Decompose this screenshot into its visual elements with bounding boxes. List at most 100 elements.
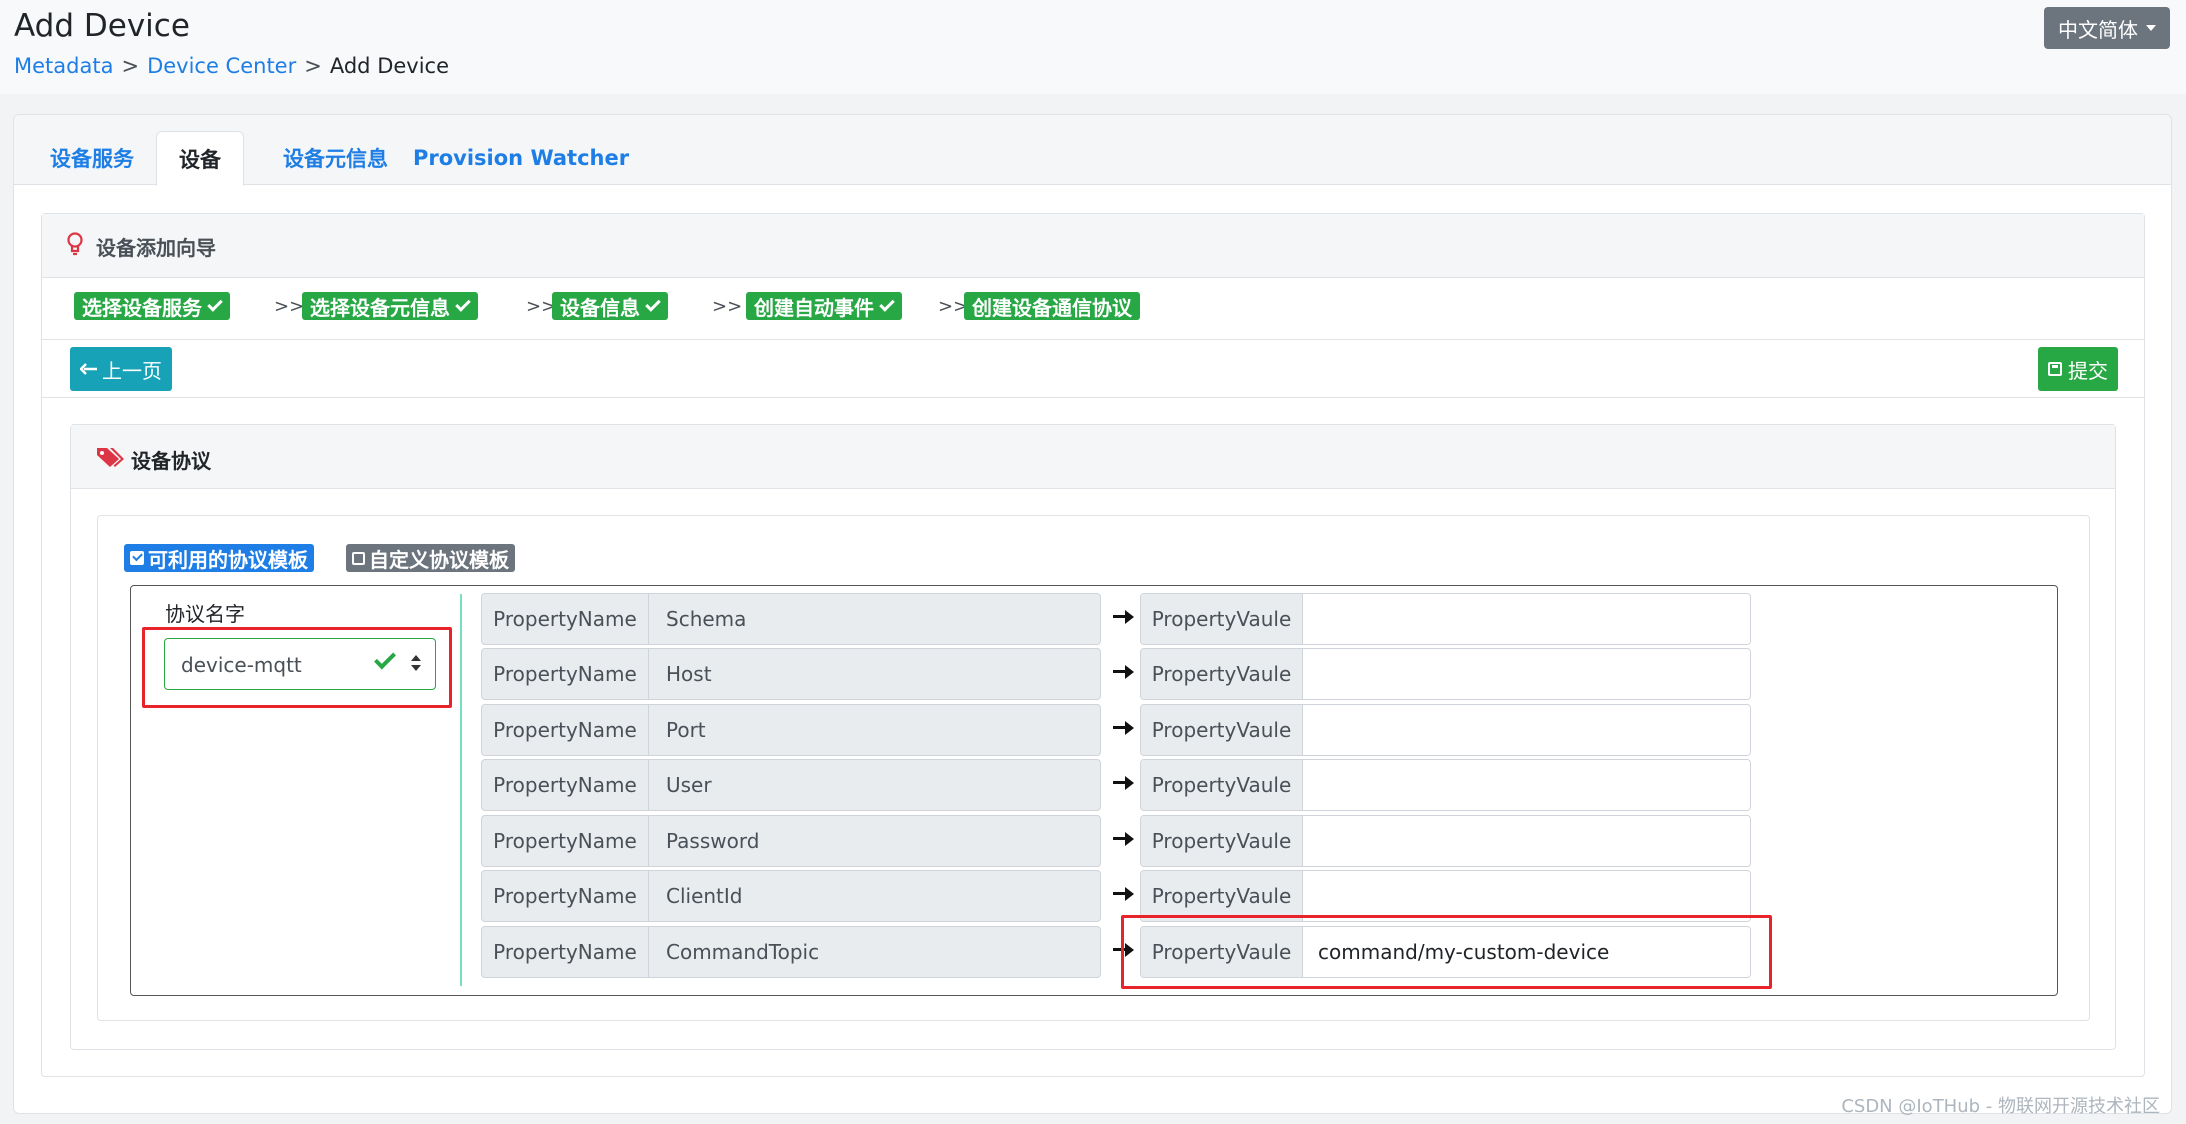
breadcrumb: Metadata > Device Center > Add Device <box>14 54 449 78</box>
main-card: 设备服务 设备 设备元信息 Provision Watcher 设备添加向导 选… <box>13 114 2172 1114</box>
arrow-right-icon <box>1113 827 1135 851</box>
property-row-password: PropertyName Password PropertyVaule <box>481 815 1751 867</box>
property-value-group: PropertyVaule <box>1140 593 1751 645</box>
arrow-right-icon <box>1113 605 1135 629</box>
property-name-label: PropertyName <box>482 705 649 755</box>
check-icon <box>879 296 895 312</box>
language-dropdown-button[interactable]: 中文简体 <box>2044 7 2170 49</box>
property-row-user: PropertyName User PropertyVaule <box>481 759 1751 811</box>
step-create-auto-events: 创建自动事件 <box>746 292 902 320</box>
property-value-input-host[interactable] <box>1304 649 1750 699</box>
highlight-box-protocol-select <box>142 627 452 708</box>
submit-button[interactable]: 提交 <box>2038 347 2118 391</box>
property-name-group: PropertyName Host <box>481 648 1101 700</box>
checkbox-unchecked-icon <box>352 551 365 565</box>
prev-page-label: 上一页 <box>102 358 162 383</box>
property-value-input-port[interactable] <box>1304 705 1750 755</box>
property-value-input-password[interactable] <box>1304 816 1750 866</box>
breadcrumb-separator: > <box>304 54 322 78</box>
property-name-group: PropertyName CommandTopic <box>481 926 1101 978</box>
lightbulb-icon <box>67 232 83 256</box>
property-name-value: ClientId <box>666 884 743 908</box>
column-divider <box>460 594 462 986</box>
page-header: Add Device Metadata > Device Center > Add De… <box>0 0 2186 94</box>
tab-device[interactable]: 设备 <box>156 131 244 186</box>
property-name-label: PropertyName <box>482 816 649 866</box>
property-value-label: PropertyVaule <box>1141 594 1303 644</box>
property-name-value: Schema <box>666 607 747 631</box>
arrow-right-icon <box>1113 716 1135 740</box>
breadcrumb-metadata[interactable]: Metadata <box>14 54 113 78</box>
property-row-host: PropertyName Host PropertyVaule <box>481 648 1751 700</box>
tags-icon <box>97 448 124 467</box>
wizard-header: 设备添加向导 <box>42 214 2144 278</box>
property-value-group: PropertyVaule <box>1140 759 1751 811</box>
arrow-right-icon <box>1113 882 1135 906</box>
arrow-right-icon <box>1113 771 1135 795</box>
step-separator: >> <box>712 296 743 317</box>
property-name-group: PropertyName Password <box>481 815 1101 867</box>
step-separator: >> <box>274 296 305 317</box>
custom-templates-toggle[interactable]: 自定义协议模板 <box>346 544 515 572</box>
property-value-group: PropertyVaule <box>1140 648 1751 700</box>
checkbox-checked-icon <box>130 551 144 565</box>
property-name-value: Host <box>666 662 712 686</box>
protocol-title: 设备协议 <box>131 449 211 473</box>
step-label: 创建自动事件 <box>754 295 874 320</box>
property-value-input-user[interactable] <box>1304 760 1750 810</box>
protocol-header: 设备协议 <box>71 425 2115 489</box>
tab-provision-watcher[interactable]: Provision Watcher <box>391 131 651 185</box>
property-name-value: Password <box>666 829 760 853</box>
property-value-group: PropertyVaule <box>1140 704 1751 756</box>
watermark: CSDN @IoTHub - 物联网开源技术社区 <box>1841 1096 2160 1117</box>
check-icon <box>455 296 471 312</box>
save-icon <box>2048 362 2062 376</box>
step-device-info: 设备信息 <box>552 292 668 320</box>
language-label: 中文简体 <box>2058 17 2138 42</box>
protocol-box: 协议名字 device-mqtt PropertyName Schema Pro… <box>130 585 2058 996</box>
property-name-label: PropertyName <box>482 760 649 810</box>
step-label: 选择设备元信息 <box>310 295 450 320</box>
property-value-input-schema[interactable] <box>1304 594 1750 644</box>
available-templates-toggle[interactable]: 可利用的协议模板 <box>124 544 314 572</box>
property-value-group: PropertyVaule <box>1140 815 1751 867</box>
check-icon <box>207 296 223 312</box>
highlight-box-commandtopic <box>1121 915 1772 989</box>
caret-down-icon <box>2146 25 2156 31</box>
submit-label: 提交 <box>2068 358 2108 383</box>
tab-device-service[interactable]: 设备服务 <box>28 131 156 185</box>
property-value-label: PropertyVaule <box>1141 760 1303 810</box>
wizard-card: 设备添加向导 选择设备服务 >> 选择设备元信息 >> 设备信息 >> 创建自动… <box>41 213 2145 1077</box>
property-row-port: PropertyName Port PropertyVaule <box>481 704 1751 756</box>
property-value-label: PropertyVaule <box>1141 816 1303 866</box>
property-name-label: PropertyName <box>482 649 649 699</box>
breadcrumb-current: Add Device <box>329 54 450 78</box>
arrow-left-icon <box>80 363 97 375</box>
property-value-input-clientid[interactable] <box>1304 871 1750 921</box>
property-name-label: PropertyName <box>482 927 649 977</box>
step-label: 设备信息 <box>560 295 640 320</box>
breadcrumb-separator: > <box>121 54 140 78</box>
protocol-template-card: 可利用的协议模板 自定义协议模板 协议名字 device-mqtt Proper… <box>97 515 2090 1021</box>
prev-page-button[interactable]: 上一页 <box>70 347 172 391</box>
property-value-label: PropertyVaule <box>1141 871 1303 921</box>
property-name-value: Port <box>666 718 706 742</box>
step-label: 选择设备服务 <box>82 295 202 320</box>
property-name-group: PropertyName Schema <box>481 593 1101 645</box>
property-name-label: PropertyName <box>482 594 649 644</box>
custom-templates-label: 自定义协议模板 <box>369 547 509 572</box>
arrow-right-icon <box>1113 660 1135 684</box>
check-icon <box>645 296 661 312</box>
wizard-nav-row: 上一页 提交 <box>42 340 2144 398</box>
property-name-group: PropertyName User <box>481 759 1101 811</box>
property-name-label: PropertyName <box>482 871 649 921</box>
available-templates-label: 可利用的协议模板 <box>148 547 308 572</box>
breadcrumb-device-center[interactable]: Device Center <box>147 54 296 78</box>
property-row-schema: PropertyName Schema PropertyVaule <box>481 593 1751 645</box>
page-title: Add Device <box>14 8 190 44</box>
wizard-steps: 选择设备服务 >> 选择设备元信息 >> 设备信息 >> 创建自动事件 >> 创… <box>42 278 2144 340</box>
step-create-protocol: 创建设备通信协议 <box>964 292 1140 320</box>
property-name-value: CommandTopic <box>666 940 820 964</box>
tab-device-profile[interactable]: 设备元信息 <box>261 131 410 185</box>
wizard-title: 设备添加向导 <box>96 236 216 260</box>
